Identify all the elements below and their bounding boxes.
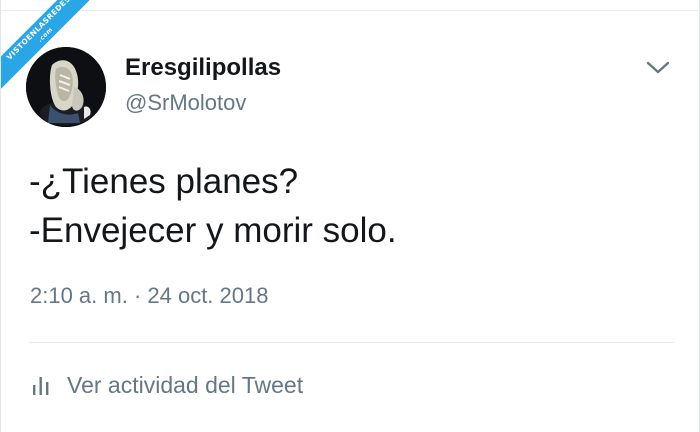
tweet-timestamp[interactable]: 2:10 a. m. · 24 oct. 2018	[30, 283, 268, 309]
avatar[interactable]	[26, 47, 106, 127]
avatar-image	[26, 47, 106, 127]
divider	[29, 342, 674, 343]
chevron-down-icon[interactable]	[643, 56, 673, 80]
activity-label: Ver actividad del Tweet	[67, 371, 304, 398]
tweet-text-line: -Envejecer y morir solo.	[29, 211, 397, 250]
author-name[interactable]: Eresgilipollas	[125, 54, 281, 82]
author-handle[interactable]: @SrMolotov	[125, 90, 246, 116]
tweet-text-line: -¿Tienes planes?	[29, 162, 299, 201]
tweet-text: -¿Tienes planes? -Envejecer y morir solo…	[29, 157, 397, 255]
bar-chart-icon	[29, 373, 53, 397]
view-activity-link[interactable]: Ver actividad del Tweet	[29, 370, 303, 400]
tweet-card: VISTOENLASREDES .com Eresgilipollas @SrM…	[0, 0, 700, 432]
